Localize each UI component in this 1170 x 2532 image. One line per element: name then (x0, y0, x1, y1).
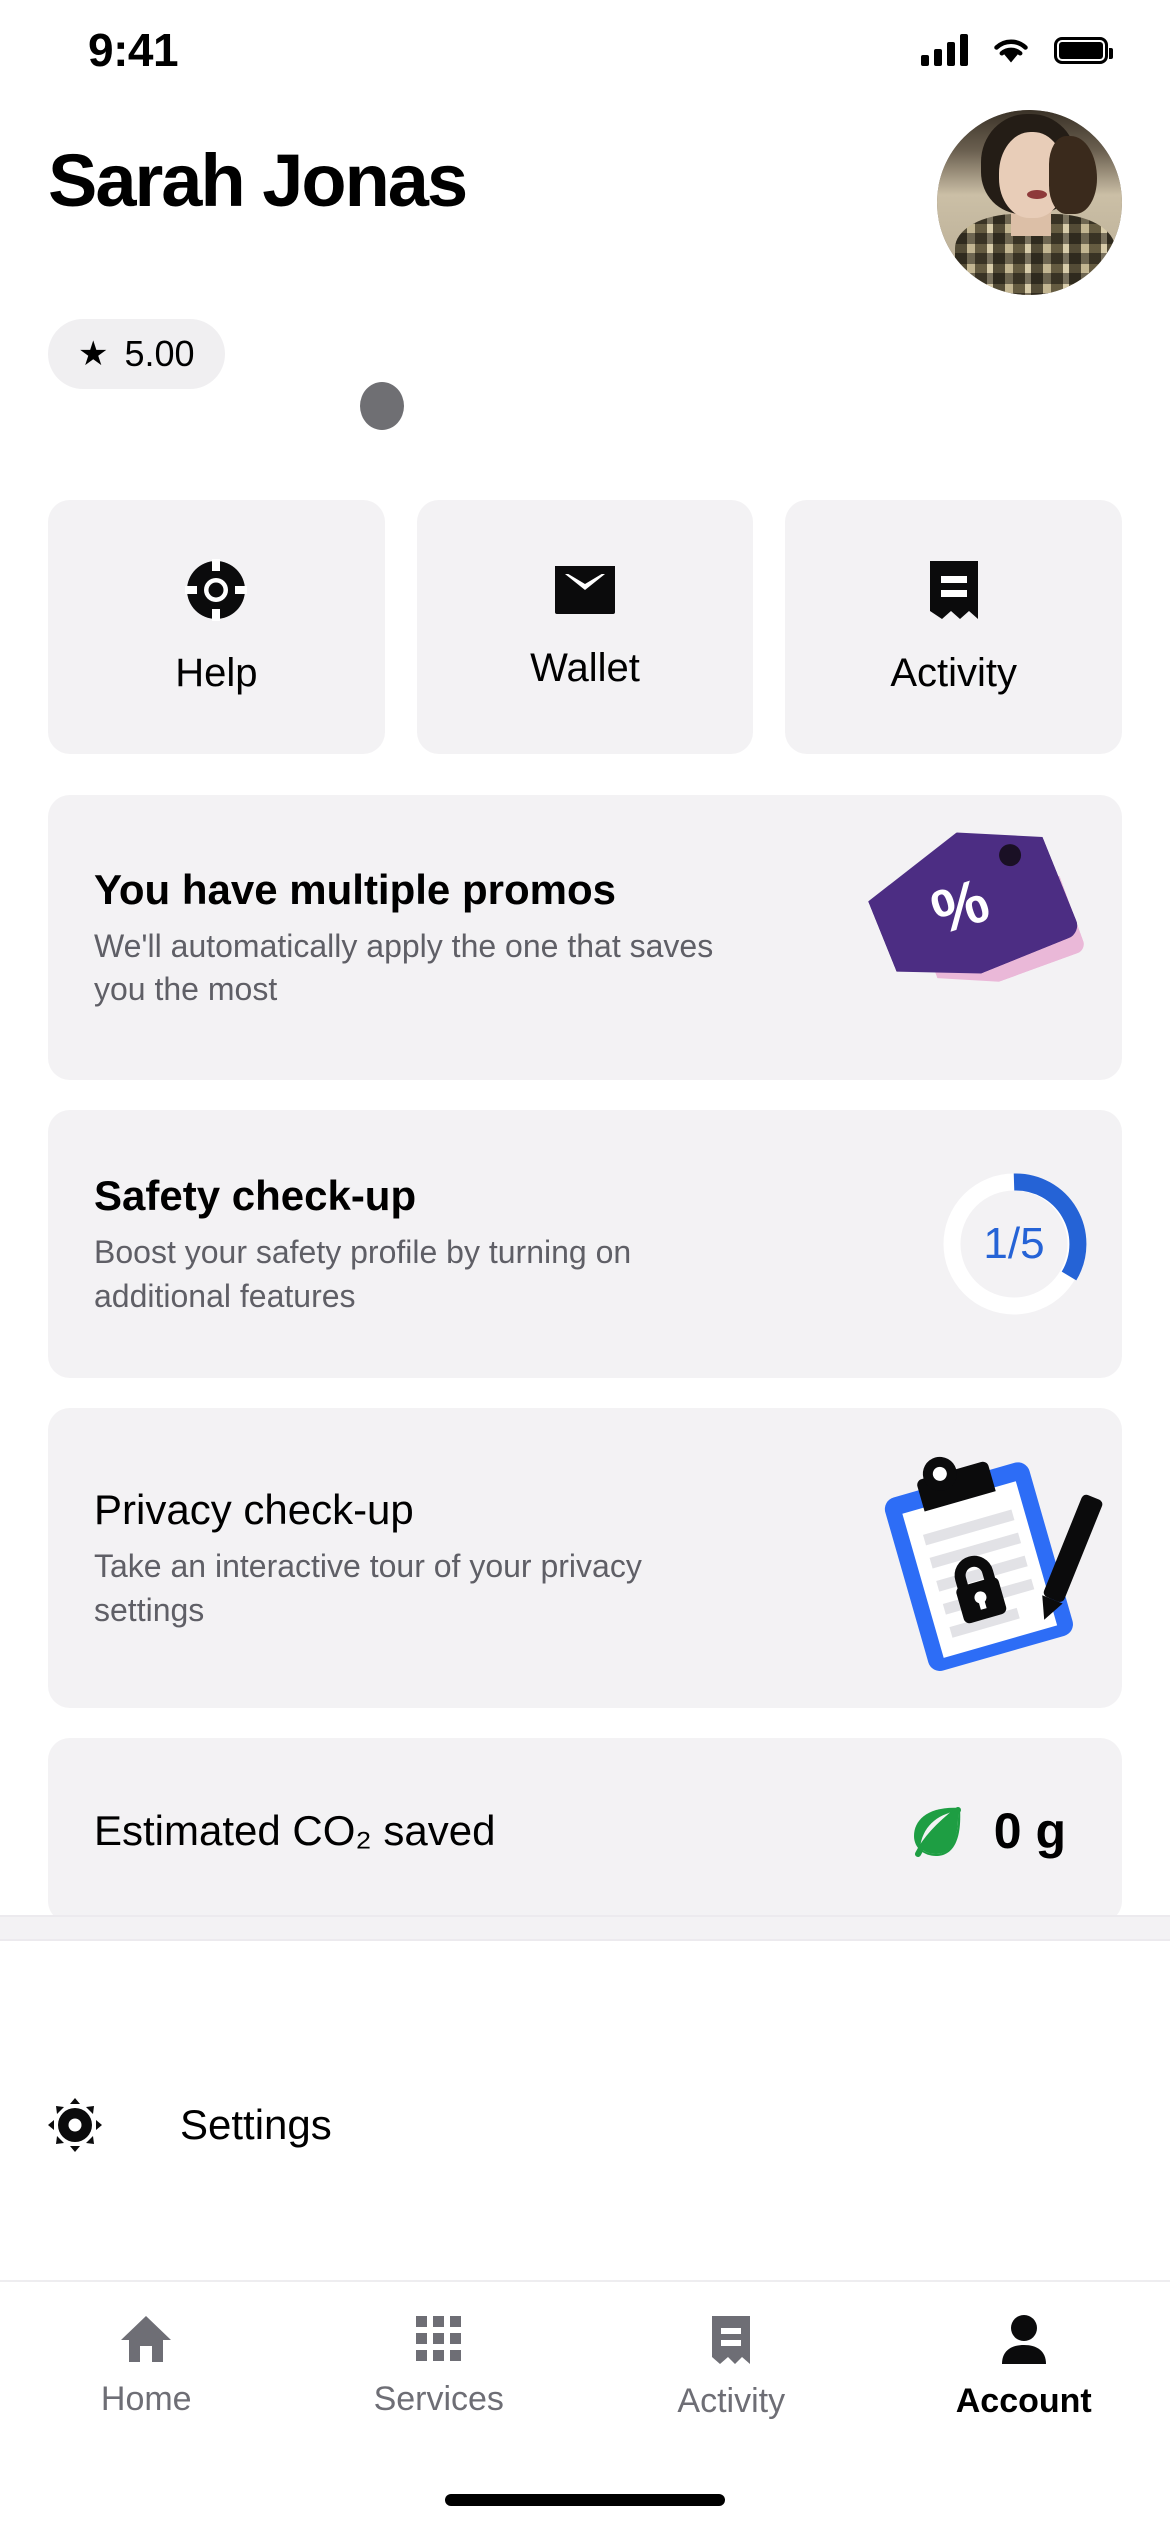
receipt-icon (929, 560, 978, 619)
rating-value: 5.00 (124, 333, 195, 374)
card-co2-saved[interactable]: Estimated CO₂ saved 0 g (48, 1738, 1122, 1923)
settings-label: Settings (180, 2101, 332, 2148)
tab-home[interactable]: Home (0, 2314, 293, 2419)
rating-badge[interactable]: ★ 5.00 (48, 319, 225, 389)
status-time: 9:41 (88, 24, 179, 76)
tab-bar: Home Services Activity Account (0, 2280, 1170, 2532)
home-icon (121, 2316, 172, 2362)
page-title: Sarah Jonas (48, 139, 468, 222)
tab-label: Services (373, 2380, 504, 2418)
quick-action-label: Activity (890, 650, 1018, 695)
tab-services[interactable]: Services (293, 2314, 586, 2419)
quick-action-label: Help (175, 650, 258, 695)
quick-action-activity[interactable]: Activity (785, 500, 1123, 754)
tab-account[interactable]: Account (878, 2314, 1170, 2421)
app-screen: 9:41 Sarah Jonas ★ 5.00 Help Wallet Acti… (0, 0, 1170, 2532)
battery-icon (1054, 36, 1113, 64)
progress-ring: 1/5 (936, 1166, 1092, 1322)
tab-activity[interactable]: Activity (585, 2314, 878, 2421)
tab-label: Activity (677, 2382, 786, 2420)
quick-action-wallet[interactable]: Wallet (416, 500, 754, 754)
status-icons (921, 34, 1113, 66)
card-subtitle: Take an interactive tour of your privacy… (94, 1548, 642, 1628)
leaf-icon (913, 1806, 961, 1857)
wallet-icon (555, 565, 615, 614)
card-title: Estimated CO₂ saved (94, 1806, 496, 1854)
tab-label: Account (955, 2382, 1092, 2420)
status-bar: 9:41 (0, 0, 1170, 100)
card-title: You have multiple promos (94, 865, 616, 913)
section-divider (0, 1915, 1170, 1941)
progress-label: 1/5 (983, 1219, 1045, 1268)
percent-symbol: % (923, 865, 998, 948)
card-promos[interactable]: You have multiple promos We'll automatic… (48, 795, 1122, 1080)
tab-label: Home (100, 2380, 192, 2418)
card-privacy-checkup[interactable]: Privacy check-up Take an interactive tou… (48, 1408, 1122, 1708)
info-cards: You have multiple promos We'll automatic… (0, 795, 1170, 1923)
quick-action-label: Wallet (530, 645, 640, 690)
gear-icon (48, 2098, 102, 2152)
receipt-icon (712, 2316, 751, 2364)
avatar[interactable] (937, 110, 1122, 295)
card-safety-checkup[interactable]: Safety check-up Boost your safety profil… (48, 1110, 1122, 1378)
wifi-icon (994, 39, 1028, 63)
cellular-signal-icon (921, 34, 968, 66)
card-subtitle: We'll automatically apply the one that s… (94, 927, 714, 1008)
quick-action-help[interactable]: Help (48, 500, 385, 754)
quick-actions: Help Wallet Activity (0, 500, 1170, 754)
star-icon: ★ (78, 335, 109, 373)
life-preserver-icon (185, 558, 248, 621)
promo-tags-illustration: % (862, 795, 1122, 1080)
person-icon (1001, 2315, 1046, 2364)
card-subtitle: Boost your safety profile by turning on … (94, 1234, 632, 1314)
settings-row[interactable]: Settings (0, 1990, 1170, 2260)
cursor-pointer (360, 382, 404, 430)
clipboard-lock-illustration (866, 1443, 1116, 1673)
home-indicator (445, 2494, 725, 2506)
grid-icon (415, 2316, 461, 2361)
profile-header: Sarah Jonas ★ 5.00 (0, 110, 1170, 389)
co2-value: 0 g (993, 1802, 1066, 1859)
